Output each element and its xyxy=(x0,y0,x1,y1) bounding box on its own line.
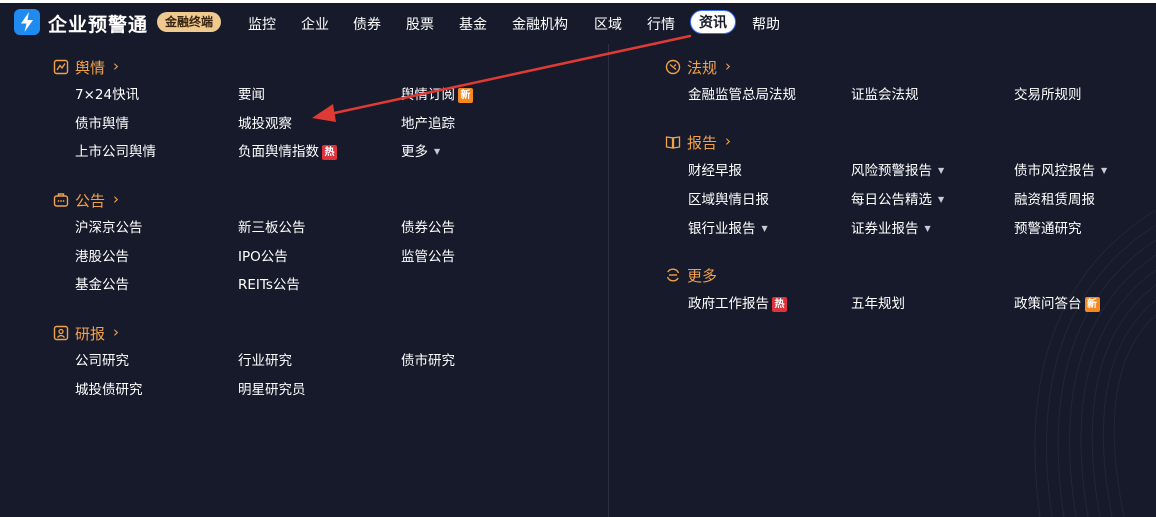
link-yuqing-dingyue[interactable]: 舆情订阅新 xyxy=(401,86,473,104)
link-zhaiquan-gonggao[interactable]: 债券公告 xyxy=(401,219,455,237)
link-label: 政府工作报告 xyxy=(688,296,769,312)
section-gonggao-header[interactable]: 公告 › xyxy=(53,190,133,210)
link-reits-gonggao[interactable]: REITs公告 xyxy=(238,276,300,294)
top-nav-bar: 企业预警通 金融终端 监控 企业 债券 股票 基金 金融机构 区域 行情 资讯 … xyxy=(0,3,1156,39)
caret-down-icon: ▼ xyxy=(761,224,768,233)
nav-item-qiye[interactable]: 企业 xyxy=(301,14,329,34)
link-label: 风险预警报告 xyxy=(851,163,932,179)
chevron-right-icon: › xyxy=(113,57,119,75)
link-zhaishi-fengkong-baogao[interactable]: 债市风控报告 ▼ xyxy=(1014,162,1107,180)
law-badge-icon xyxy=(665,59,681,75)
hot-badge: 热 xyxy=(322,145,337,160)
link-gengduo-dropdown[interactable]: 更多 ▼ xyxy=(401,143,440,161)
link-shangshi-gongsi-yuqing[interactable]: 上市公司舆情 xyxy=(75,143,156,161)
link-label: 证券业报告 xyxy=(851,221,919,237)
edition-badge: 金融终端 xyxy=(157,12,222,32)
link-zhengce-wendatai[interactable]: 政策问答台新 xyxy=(1014,295,1100,313)
link-zhaishi-yanjiu[interactable]: 债市研究 xyxy=(401,352,455,370)
link-mingxing-yanjiuyuan[interactable]: 明星研究员 xyxy=(238,381,306,399)
link-rongzi-zulin-zhoubao[interactable]: 融资租赁周报 xyxy=(1014,191,1095,209)
link-label: 政策问答台 xyxy=(1014,296,1082,312)
chevron-right-icon: › xyxy=(725,57,731,75)
link-fengxian-yujing-baogao[interactable]: 风险预警报告 ▼ xyxy=(851,162,944,180)
link-quyu-yuqing-ribao[interactable]: 区域舆情日报 xyxy=(688,191,769,209)
nav-item-gupiao[interactable]: 股票 xyxy=(406,14,434,34)
section-yuqing-title: 舆情 xyxy=(75,59,106,77)
link-7x24-kuaixun[interactable]: 7×24快讯 xyxy=(75,86,139,104)
chevron-right-icon: › xyxy=(725,132,731,150)
refresh-cycle-icon xyxy=(666,268,680,282)
section-fagui-title: 法规 xyxy=(687,59,718,77)
new-badge: 新 xyxy=(1084,297,1100,312)
link-zhengjianhui-fagui[interactable]: 证监会法规 xyxy=(851,86,919,104)
link-jinrong-jianguan-fagui[interactable]: 金融监管总局法规 xyxy=(688,86,796,104)
nav-item-zixun[interactable]: 资讯 xyxy=(690,10,736,34)
link-label: 每日公告精选 xyxy=(851,192,932,208)
link-jijin-gonggao[interactable]: 基金公告 xyxy=(75,276,129,294)
link-yaowen[interactable]: 要闻 xyxy=(238,86,265,104)
link-label: 舆情订阅 xyxy=(401,87,455,103)
link-ipo-gonggao[interactable]: IPO公告 xyxy=(238,248,288,266)
link-yinhangye-baogao[interactable]: 银行业报告 ▼ xyxy=(688,220,768,238)
link-yujingtong-yanjiu[interactable]: 预警通研究 xyxy=(1014,220,1082,238)
caret-down-icon: ▼ xyxy=(1101,166,1108,175)
link-wunian-guihua[interactable]: 五年规划 xyxy=(851,295,905,313)
section-baogao-title: 报告 xyxy=(687,134,718,152)
section-yanbao-header[interactable]: 研报 › xyxy=(53,323,133,343)
chart-line-icon xyxy=(53,59,69,75)
section-fagui-header[interactable]: 法规 › xyxy=(665,57,745,77)
annotation-arrow xyxy=(312,34,692,122)
section-baogao-header[interactable]: 报告 › xyxy=(665,132,745,152)
nav-item-bangzhu[interactable]: 帮助 xyxy=(752,14,780,34)
panel-divider xyxy=(608,44,609,517)
section-gonggao-title: 公告 xyxy=(75,192,106,210)
nav-item-zhaiquan[interactable]: 债券 xyxy=(353,14,381,34)
caret-down-icon: ▼ xyxy=(924,224,931,233)
link-hushenjing-gonggao[interactable]: 沪深京公告 xyxy=(75,219,143,237)
lightning-bolt-icon[interactable] xyxy=(14,9,40,35)
link-chengtouzhai-yanjiu[interactable]: 城投债研究 xyxy=(75,381,143,399)
link-jianguan-gonggao[interactable]: 监管公告 xyxy=(401,248,455,266)
brand-name[interactable]: 企业预警通 xyxy=(48,10,148,37)
link-chengtou-guancha[interactable]: 城投观察 xyxy=(238,115,292,133)
hot-badge: 热 xyxy=(772,297,787,312)
nav-item-hangqing[interactable]: 行情 xyxy=(647,14,675,34)
caret-down-icon: ▼ xyxy=(434,147,441,156)
briefcase-icon xyxy=(53,193,69,207)
link-fumian-yuqing-zhishu[interactable]: 负面舆情指数热 xyxy=(238,143,337,161)
nav-item-jiankong[interactable]: 监控 xyxy=(248,14,276,34)
background-pattern xyxy=(1034,209,1156,517)
link-gongsi-yanjiu[interactable]: 公司研究 xyxy=(75,352,129,370)
caret-down-icon: ▼ xyxy=(938,166,945,175)
link-zhengquanye-baogao[interactable]: 证券业报告 ▼ xyxy=(851,220,931,238)
link-label: 银行业报告 xyxy=(688,221,756,237)
link-hangye-yanjiu[interactable]: 行业研究 xyxy=(238,352,292,370)
link-dichan-zhuizong[interactable]: 地产追踪 xyxy=(401,115,455,133)
section-yanbao-title: 研报 xyxy=(75,325,106,343)
chevron-right-icon: › xyxy=(113,323,119,341)
link-xinsanban-gonggao[interactable]: 新三板公告 xyxy=(238,219,306,237)
nav-item-jijin[interactable]: 基金 xyxy=(459,14,487,34)
section-gengduo-header[interactable]: 更多 xyxy=(665,265,745,285)
link-zhengfu-gongzuo-baogao[interactable]: 政府工作报告热 xyxy=(688,295,787,313)
link-label: 债市风控报告 xyxy=(1014,163,1095,179)
link-jiaoyisuo-guize[interactable]: 交易所规则 xyxy=(1014,86,1082,104)
link-zhaishi-yuqing[interactable]: 债市舆情 xyxy=(75,115,129,133)
nav-item-jinrongjigou[interactable]: 金融机构 xyxy=(512,14,568,34)
section-gengduo-title: 更多 xyxy=(687,267,718,285)
open-book-icon xyxy=(665,136,681,149)
link-ganggu-gonggao[interactable]: 港股公告 xyxy=(75,248,129,266)
report-user-icon xyxy=(53,325,69,341)
section-yuqing-header[interactable]: 舆情 › xyxy=(53,57,133,77)
link-caijing-zaobao[interactable]: 财经早报 xyxy=(688,162,742,180)
new-badge: 新 xyxy=(458,88,473,103)
link-label: 更多 xyxy=(401,144,428,160)
link-label: 负面舆情指数 xyxy=(238,144,319,160)
link-meiri-gonggao-jingxuan[interactable]: 每日公告精选 ▼ xyxy=(851,191,944,209)
chevron-right-icon: › xyxy=(113,190,119,208)
nav-item-quyu[interactable]: 区域 xyxy=(594,14,622,34)
caret-down-icon: ▼ xyxy=(938,195,945,204)
